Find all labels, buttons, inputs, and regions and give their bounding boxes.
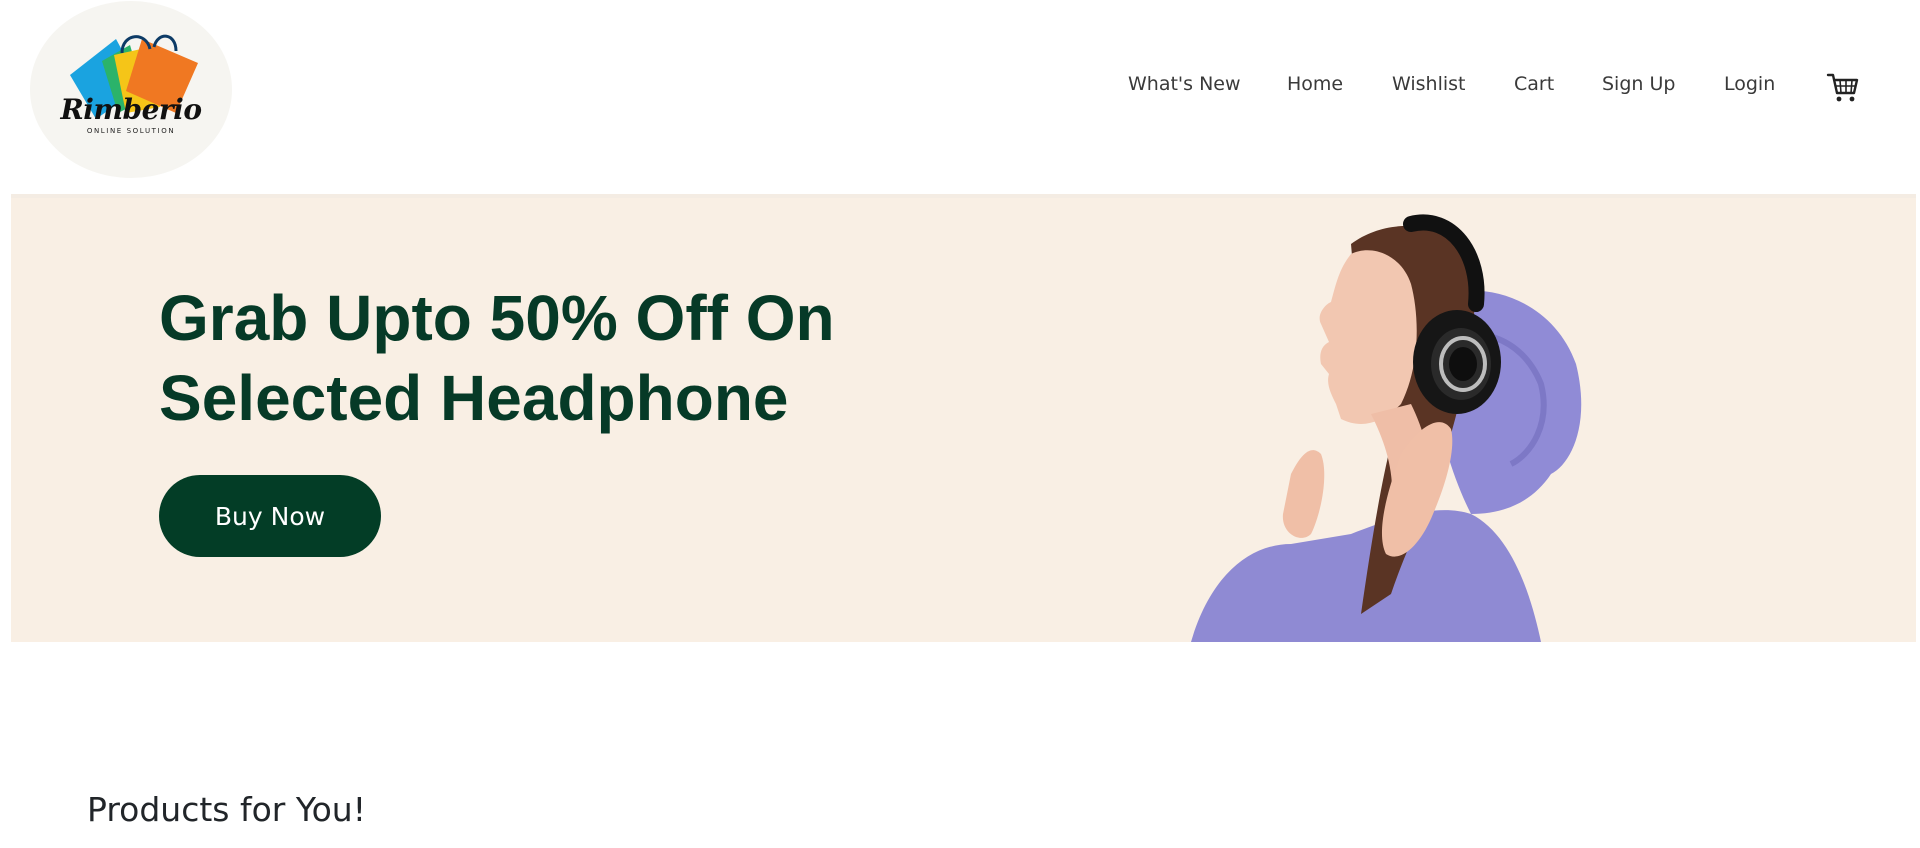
shopping-bags-logo-icon: [70, 34, 198, 119]
nav-sign-up[interactable]: Sign Up: [1602, 67, 1675, 101]
nav-cart[interactable]: Cart: [1514, 67, 1554, 101]
woman-headphones-image: [1191, 214, 1582, 642]
nav-home[interactable]: Home: [1287, 67, 1343, 101]
nav-wishlist[interactable]: Wishlist: [1392, 67, 1466, 101]
shopping-cart-icon[interactable]: [1826, 70, 1860, 104]
nav-login[interactable]: Login: [1724, 67, 1775, 101]
banner-divider: [11, 194, 1916, 198]
banner-headline: Grab Upto 50% Off On Selected Headphone: [159, 278, 959, 438]
promo-banner: Grab Upto 50% Off On Selected Headphone …: [11, 194, 1916, 642]
brand-name: Rimberio: [60, 93, 203, 126]
banner-headline-line1: Grab Upto 50% Off On: [159, 282, 835, 354]
nav-whats-new[interactable]: What's New: [1128, 67, 1241, 101]
buy-now-button[interactable]: Buy Now: [159, 475, 381, 557]
site-header: Rimberio ONLINE SOLUTION What's New Home…: [0, 0, 1920, 194]
brand-tagline: ONLINE SOLUTION: [86, 127, 176, 135]
banner-headline-line2: Selected Headphone: [159, 362, 789, 434]
products-heading: Products for You!: [87, 790, 366, 829]
brand-logo[interactable]: Rimberio ONLINE SOLUTION: [30, 1, 232, 178]
